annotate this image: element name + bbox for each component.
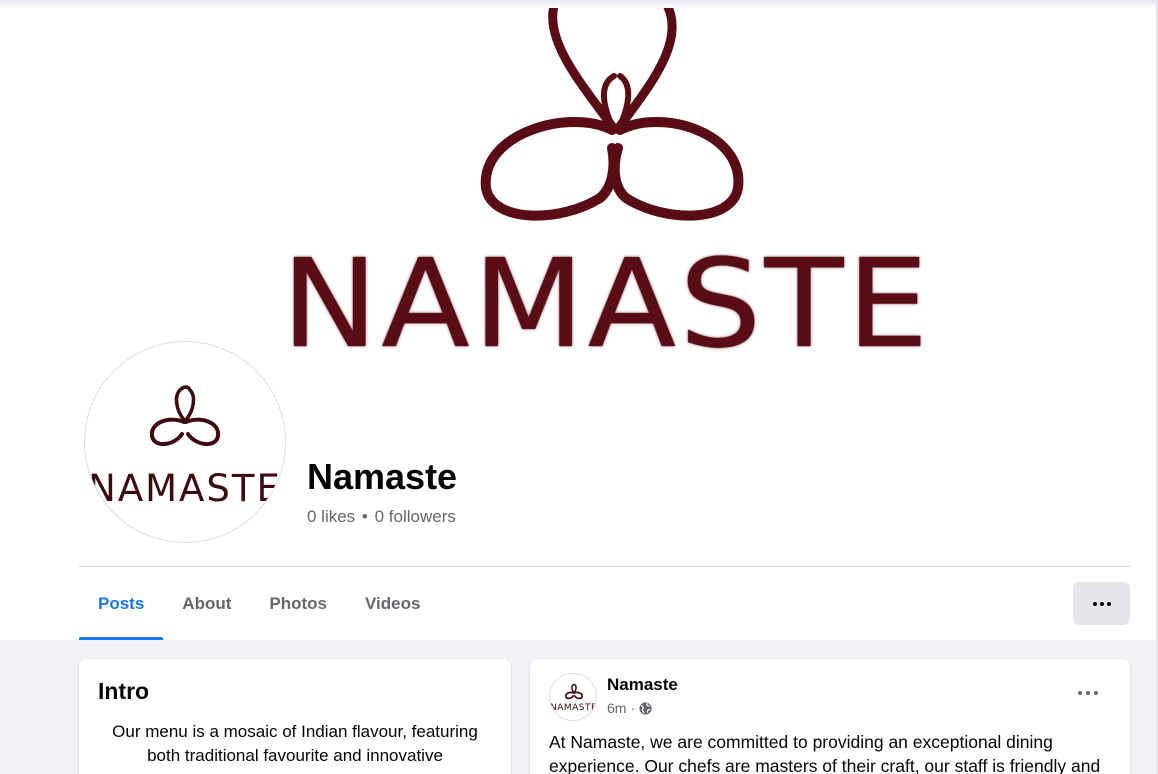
- post-timestamp[interactable]: 6m: [607, 699, 626, 717]
- post-avatar-brand-text: NAMASTE: [550, 703, 597, 713]
- post-author-avatar[interactable]: NAMASTE: [549, 673, 597, 721]
- post-body-text: At Namaste, we are committed to providin…: [549, 732, 1101, 774]
- cover-photo[interactable]: NAMASTE: [0, 8, 1158, 364]
- page-header: NAMASTE NAMASTE Namaste 0 likes • 0 foll…: [0, 0, 1158, 640]
- avatar-brand-text: NAMASTE: [88, 467, 282, 510]
- page-tabs: Posts About Photos Videos: [79, 568, 439, 640]
- stats-separator: •: [361, 507, 368, 526]
- globe-icon[interactable]: [639, 701, 652, 715]
- intro-card: Intro Our menu is a mosaic of Indian fla…: [79, 659, 511, 774]
- post-author-name[interactable]: Namaste: [607, 674, 678, 696]
- meta-separator: ·: [630, 700, 636, 716]
- page-stats: 0 likes • 0 followers: [307, 506, 456, 528]
- tab-posts[interactable]: Posts: [79, 568, 164, 640]
- post-options-button[interactable]: [1070, 679, 1106, 707]
- tab-about[interactable]: About: [163, 568, 250, 640]
- post-card: NAMASTE Namaste 6m · At Namaste, we are …: [530, 659, 1130, 774]
- header-divider: [79, 566, 1130, 567]
- cover-brand-text: NAMASTE: [281, 244, 932, 364]
- lotus-logo-icon: [480, 8, 744, 221]
- facebook-page-view: NAMASTE NAMASTE Namaste 0 likes • 0 foll…: [0, 0, 1158, 774]
- intro-title: Intro: [98, 678, 150, 704]
- intro-description: Our menu is a mosaic of Indian flavour, …: [112, 722, 478, 765]
- page-title: Namaste: [307, 456, 458, 497]
- page-profile-picture[interactable]: NAMASTE: [84, 341, 286, 543]
- more-dots-icon: [1078, 691, 1098, 695]
- avatar-lotus-icon: [149, 385, 221, 446]
- followers-count[interactable]: 0 followers: [375, 507, 456, 526]
- more-dots-icon: [1092, 601, 1111, 606]
- post-avatar-lotus-icon: [565, 683, 583, 700]
- likes-count[interactable]: 0 likes: [307, 507, 355, 526]
- more-options-button[interactable]: [1073, 582, 1130, 625]
- tab-videos[interactable]: Videos: [346, 568, 439, 640]
- post-meta: 6m ·: [607, 699, 652, 717]
- tab-photos[interactable]: Photos: [250, 568, 346, 640]
